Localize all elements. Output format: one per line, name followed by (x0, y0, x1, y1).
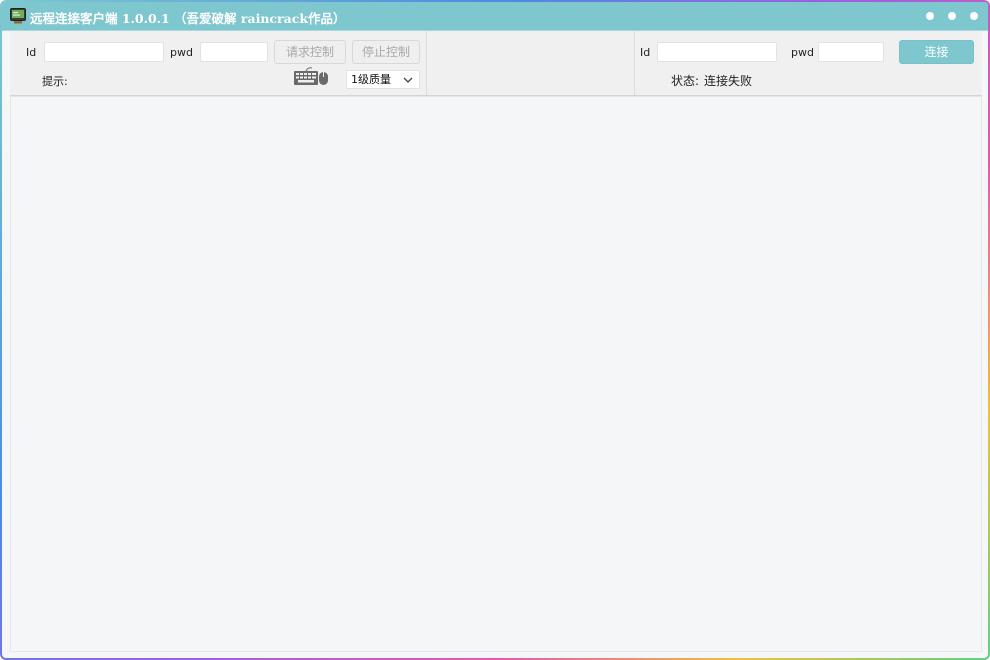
quality-select-value: 1级质量 (351, 73, 391, 86)
title-bar[interactable]: 远程连接客户端 1.0.0.1 （吾爱破解 raincrack作品） (2, 2, 988, 31)
controller-pwd-label: pwd (170, 46, 193, 59)
controller-id-label: Id (26, 46, 37, 59)
maximize-dot[interactable] (948, 12, 956, 20)
panel-divider-right (634, 31, 635, 95)
remote-display-area[interactable] (10, 96, 982, 652)
app-window: 远程连接客户端 1.0.0.1 （吾爱破解 raincrack作品） Id pw… (0, 0, 990, 660)
window-title: 远程连接客户端 1.0.0.1 （吾爱破解 raincrack作品） (30, 11, 346, 26)
status-label: 状态: (671, 74, 700, 88)
controller-id-input[interactable] (44, 42, 164, 62)
connection-id-input[interactable] (657, 42, 777, 62)
request-control-button[interactable]: 请求控制 (274, 40, 346, 64)
stop-control-button[interactable]: 停止控制 (352, 40, 420, 64)
quality-select[interactable]: 1级质量 (346, 70, 420, 89)
status-value: 连接失败 (704, 74, 753, 88)
terminal-icon (10, 8, 26, 24)
connect-button[interactable]: 连接 (899, 40, 974, 64)
connection-id-label: Id (640, 46, 651, 59)
hint-label: 提示: (42, 75, 68, 88)
connection-pwd-input[interactable] (818, 42, 884, 62)
panel-divider-left (426, 31, 427, 95)
controller-pwd-input[interactable] (200, 42, 268, 62)
keyboard-mouse-icon[interactable] (294, 67, 330, 87)
connection-pwd-label: pwd (791, 46, 814, 59)
minimize-dot[interactable] (926, 12, 934, 20)
chevron-down-icon (403, 77, 413, 83)
toolbar: Id pwd 请求控制 停止控制 提示: 1级质量 Id pwd 连接 状态: … (10, 31, 982, 96)
close-dot[interactable] (970, 12, 978, 20)
